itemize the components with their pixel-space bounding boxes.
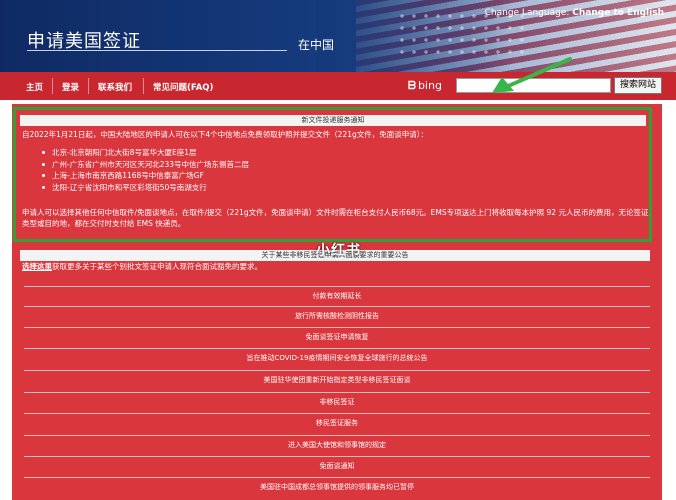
- list-item: 沈阳-辽宁省沈阳市和平区彩塔街50号南湖支行: [42, 182, 249, 194]
- change-to-english-link[interactable]: Change to English: [572, 8, 664, 18]
- announcement-intro: 选择这里获取更多关于某些个别批文签证申请人现符合面试豁免的要求。: [22, 262, 650, 272]
- link-nonimmigrant-visa[interactable]: 非移民签证: [24, 392, 650, 412]
- title-underline: [27, 50, 287, 51]
- watermark: 小红书: [316, 243, 361, 259]
- location-list: 北京-北京朝阳门北大街8号富华大厦E座1层 广州-广东省广州市天河区天河北233…: [42, 147, 249, 193]
- select-here-link[interactable]: 选择这里: [22, 262, 52, 271]
- nav-contact[interactable]: 联系我们: [98, 81, 132, 93]
- list-item: 上海-上海市南京西路1168号中信泰富广场GF: [42, 170, 249, 182]
- link-immigrant-visa[interactable]: 移民签证服务: [24, 413, 650, 433]
- green-arrow-annotation: [492, 57, 572, 93]
- nav-home[interactable]: 主页: [26, 81, 43, 93]
- list-item: 广州-广东省广州市天河区天河北233号中信广场东侧首二层: [42, 159, 249, 171]
- announcement-intro-text: 获取更多关于某些个别批文签证申请人现符合面试豁免的要求。: [52, 262, 262, 271]
- language-switcher: Change Language: Change to English: [485, 8, 664, 18]
- link-payment-extension[interactable]: 付款有效期延长: [24, 286, 650, 306]
- nav-login[interactable]: 登录: [62, 81, 79, 93]
- link-covid-test[interactable]: 旅行所需核酸检测阴性报告: [24, 306, 650, 326]
- link-presidential-proclamation[interactable]: 旨在推动COVID-19疫情期间安全恢复全球旅行的总统公告: [24, 348, 650, 368]
- link-entry-rules[interactable]: 进入美国大使馆和领事馆的规定: [24, 435, 650, 455]
- nav-separator: [52, 78, 53, 94]
- bing-b-icon: ᗷ: [408, 79, 416, 92]
- list-item: 北京-北京朝阳门北大街8号富华大厦E座1层: [42, 147, 249, 159]
- nav-separator: [143, 78, 144, 94]
- link-chengdu-suspended[interactable]: 美国驻中国成都总领事馆提供的领事服务均已暂停: [24, 477, 650, 497]
- link-interview-waiver[interactable]: 免面谈签证申请恢复: [24, 327, 650, 347]
- notice-body: 申请人可以选择其他任何中信取件/免面谈地点，在取件/提交（221g文件，免面谈申…: [22, 208, 649, 228]
- link-resume-interviews[interactable]: 美国驻华使团重新开始指定类型非移民签证面谈: [24, 370, 650, 390]
- search-button[interactable]: 搜索网站: [614, 77, 662, 94]
- nav-faq[interactable]: 常见问题(FAQ): [153, 81, 213, 93]
- link-waiver-notice[interactable]: 免面谈通知: [24, 456, 650, 476]
- bing-wordmark: bing: [417, 79, 442, 92]
- language-prefix: Change Language:: [484, 8, 570, 18]
- nav-separator: [88, 78, 89, 94]
- notice-intro: 自2022年1月21日起，中国大陆地区的申请人可在以下4个中信地点免费领取护照并…: [22, 130, 428, 139]
- notice-title: 新文件投递服务通知: [20, 115, 646, 126]
- location-label: 在中国: [298, 38, 335, 52]
- bing-logo: ᗷ bing: [408, 79, 442, 93]
